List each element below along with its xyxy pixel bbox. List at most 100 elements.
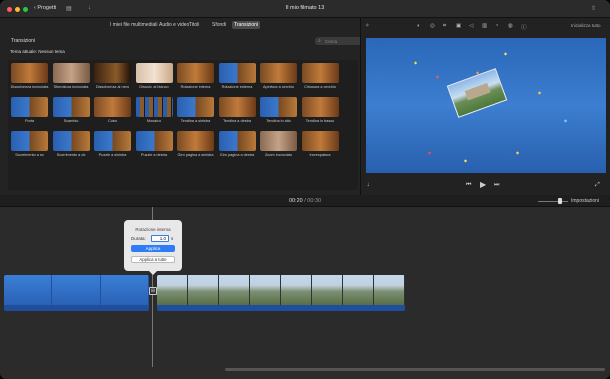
- transition-thumbnail[interactable]: [52, 131, 90, 151]
- transition-thumbnail[interactable]: [260, 97, 297, 117]
- play-icon[interactable]: ▶: [480, 180, 486, 189]
- transition-thumbnail[interactable]: [11, 131, 48, 151]
- rotating-frame: [446, 68, 508, 118]
- transition-marker[interactable]: ⊞: [149, 287, 157, 295]
- transition-label: Scorrimento a sx: [15, 153, 44, 157]
- transition-label: Porta: [24, 119, 35, 123]
- clip-frame: [250, 275, 281, 305]
- timeline-scrollbar[interactable]: [225, 368, 605, 371]
- color-balance-icon[interactable]: ◐: [417, 23, 420, 29]
- kite-shape: ◆: [436, 74, 440, 79]
- apply-to-all-button[interactable]: Applica a tutte: [131, 256, 175, 263]
- kite-shape: ◆: [504, 51, 508, 56]
- kite-shape: ◆: [538, 90, 542, 95]
- kite-shape: ◆: [428, 150, 432, 155]
- transition-thumbnail[interactable]: [11, 97, 48, 117]
- transition-thumbnail[interactable]: [52, 63, 90, 83]
- current-time: 00:20: [288, 198, 303, 204]
- clip-frame: [343, 275, 374, 305]
- transition-thumbnail[interactable]: [94, 97, 131, 117]
- transition-thumbnail[interactable]: [177, 97, 214, 117]
- total-time: 00:30: [307, 198, 322, 204]
- transition-label: Chiusura a cerchio: [304, 85, 336, 89]
- transition-thumbnail[interactable]: [135, 131, 173, 151]
- tab-titles[interactable]: Titoli: [187, 21, 201, 29]
- transition-thumbnail[interactable]: [11, 63, 48, 83]
- color-correction-icon[interactable]: ◎: [430, 23, 435, 29]
- transition-label: Giro pagina a sinistra: [177, 153, 214, 157]
- duration-input[interactable]: 1.0: [151, 235, 169, 242]
- transition-label: Rotazione esterna: [221, 85, 253, 89]
- clip-frame: [100, 275, 149, 305]
- magic-wand-icon[interactable]: ✧: [365, 23, 370, 29]
- kite-shape: ◆: [564, 118, 568, 123]
- transition-thumbnail[interactable]: [260, 63, 297, 83]
- transition-label: Cubo: [107, 119, 118, 123]
- transition-label: Tendina a destra: [222, 119, 252, 123]
- video-clip-sky[interactable]: [4, 275, 149, 311]
- skip-forward-icon[interactable]: ⏭: [494, 182, 499, 189]
- transition-thumbnail[interactable]: [218, 63, 256, 83]
- transition-label: Tendina in basso: [305, 119, 335, 123]
- transition-thumbnail[interactable]: [177, 131, 214, 151]
- skip-back-icon[interactable]: ⏮: [466, 182, 471, 189]
- stabilization-icon[interactable]: ▣: [456, 23, 461, 29]
- clip-audio-waveform: [4, 305, 149, 311]
- clip-frame: [281, 275, 312, 305]
- fullscreen-icon[interactable]: ⤢: [595, 182, 600, 189]
- transition-thumbnail[interactable]: [94, 131, 131, 151]
- popover-title: Rotazione interna: [135, 227, 171, 232]
- reset-all-button[interactable]: Inizializza tutto: [571, 23, 601, 28]
- transition-thumbnail[interactable]: [301, 131, 339, 151]
- apply-button[interactable]: Applica: [131, 245, 175, 252]
- clip-frame: [52, 275, 101, 305]
- settings-button[interactable]: Impostazioni: [571, 198, 599, 204]
- volume-icon[interactable]: ◁: [469, 23, 473, 29]
- transition-thumbnail[interactable]: [301, 97, 339, 117]
- info-icon[interactable]: ⓘ: [521, 23, 527, 31]
- media-browser: I miei file multimediali Audio e video T…: [0, 18, 362, 195]
- clip-audio-waveform: [157, 305, 405, 311]
- transition-thumbnail[interactable]: [52, 97, 90, 117]
- noise-reduction-icon[interactable]: ▥: [482, 23, 487, 29]
- zoom-slider-knob[interactable]: [558, 198, 562, 204]
- video-preview: ◆ ◆ ◆ ◆ ◆ ◆ ◆ ◆ ◆: [366, 38, 606, 173]
- transition-thumbnail[interactable]: [135, 63, 173, 83]
- transition-label: Dissolv. al bianco: [139, 85, 169, 89]
- tab-transitions[interactable]: Transizioni: [232, 21, 260, 29]
- transition-label: Increspatura: [309, 153, 331, 157]
- browser-tabs: I miei file multimediali Audio e video T…: [0, 18, 360, 32]
- transition-thumbnail[interactable]: [177, 63, 214, 83]
- theme-label: Tema attuale: Nessun tema: [10, 49, 65, 54]
- viewer-panel: ✧ ◐ ◎ ⌗ ▣ ◁ ▥ ◔ ◍ ⓘ Inizializza tutto ◆ …: [360, 18, 610, 195]
- microphone-icon[interactable]: ♩: [367, 182, 373, 188]
- crop-icon[interactable]: ⌗: [443, 23, 446, 30]
- tab-backgrounds[interactable]: Sfondi: [210, 21, 228, 29]
- transition-thumbnail[interactable]: [218, 97, 256, 117]
- search-input[interactable]: ⌕ Cerca: [315, 37, 362, 45]
- zoom-slider-track[interactable]: [538, 201, 568, 202]
- transition-thumbnail[interactable]: [135, 97, 173, 117]
- transition-thumbnail[interactable]: [218, 131, 256, 151]
- transition-label: Sfumatura incrociata: [53, 85, 89, 89]
- timecode: 00:20 / 00:30: [0, 198, 610, 204]
- clip-filter-icon[interactable]: ◍: [508, 23, 513, 29]
- transition-thumbnail[interactable]: [301, 63, 339, 83]
- clip-frame: [374, 275, 405, 305]
- speed-icon[interactable]: ◔: [495, 23, 498, 29]
- kite-shape: ◆: [414, 60, 418, 65]
- transition-label: Scambio: [63, 119, 79, 123]
- clip-frame: [4, 275, 53, 305]
- transition-thumbnail[interactable]: [260, 131, 297, 151]
- building-shape: [464, 82, 491, 101]
- clip-frame: [157, 275, 188, 305]
- tab-my-media[interactable]: I miei file multimediali: [108, 21, 160, 29]
- share-icon[interactable]: ⇧: [591, 5, 596, 12]
- video-clip-park[interactable]: [157, 275, 405, 311]
- section-header: Transizioni ⌕ Cerca: [7, 35, 362, 46]
- search-icon: ⌕: [318, 38, 321, 44]
- window-title: Il mio filmato 13: [285, 5, 325, 11]
- transition-thumbnail[interactable]: [94, 63, 131, 83]
- search-placeholder: Cerca: [325, 38, 338, 44]
- transition-label: Tendina in alto: [266, 119, 291, 123]
